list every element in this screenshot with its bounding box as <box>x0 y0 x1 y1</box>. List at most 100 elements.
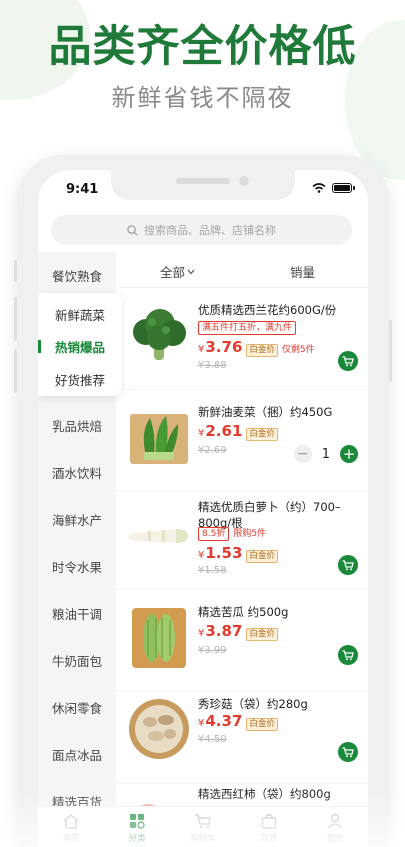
sort-sales-button[interactable]: 销量 <box>290 262 315 281</box>
product-card[interactable]: 秀珍菇（袋）约280g ¥4.37 白金价 ¥4.50 <box>116 682 368 784</box>
price-row: ¥2.61 白金价 <box>198 422 278 441</box>
sidebar-item-milk-bread[interactable]: 牛奶面包 <box>38 637 116 684</box>
tab-home-label: 首页 <box>62 834 80 844</box>
sidebar-item-deli[interactable]: 餐饮熟食 <box>38 252 116 299</box>
product-name: 精选西红柿（袋）约800g <box>198 787 331 801</box>
increase-button[interactable]: + <box>340 445 358 463</box>
cart-icon <box>342 746 354 757</box>
product-card[interactable]: 优质精选西兰花约600G/份 满五件打五折，满九件 ¥3.76 白金价 仅剩5件… <box>116 288 368 390</box>
sidebar-item-fruit[interactable]: 时令水果 <box>38 543 116 590</box>
add-to-cart-button[interactable] <box>338 645 358 665</box>
stock-note: 仅剩5件 <box>281 345 315 355</box>
sidebar-item-frozen[interactable]: 面点冰品 <box>38 731 116 778</box>
phone-volume-up <box>14 297 17 341</box>
product-card[interactable]: 精选优质白萝卜（约）700–800g/根 8.5折 限购5件 ¥1.53 白金价… <box>116 485 368 589</box>
quantity-stepper: − 1 + <box>293 445 358 463</box>
original-price: ¥4.50 <box>198 734 227 745</box>
original-price: ¥3.99 <box>198 645 227 656</box>
price-value: 4.37 <box>205 712 243 730</box>
cart-icon <box>195 814 211 829</box>
currency-symbol: ¥ <box>198 628 205 639</box>
tab-profile[interactable]: 我的 <box>302 807 368 847</box>
search-icon <box>127 224 138 236</box>
tab-category-label: 分类 <box>128 834 146 844</box>
sidebar-item-drinks[interactable]: 酒水饮料 <box>38 449 116 496</box>
platinum-price-badge: 白金价 <box>246 550 278 563</box>
category-icon <box>130 814 145 829</box>
decrease-button[interactable]: − <box>293 445 312 463</box>
battery-icon <box>332 183 355 193</box>
promo-tags: 满五件打五折，满九件 <box>198 321 297 335</box>
platinum-price-badge: 白金价 <box>246 718 278 731</box>
promo-tag: 满五件打五折，满九件 <box>198 321 297 335</box>
sidebar-item-snacks[interactable]: 休闲零食 <box>38 684 116 731</box>
lettuce-image <box>130 414 188 464</box>
platinum-price-badge: 白金价 <box>246 428 278 441</box>
price-row: ¥4.37 白金价 <box>198 712 278 731</box>
product-price: ¥1.53 <box>198 544 242 562</box>
product-price: ¥3.76 <box>198 338 242 356</box>
limit-note: 限购5件 <box>233 529 267 539</box>
product-price: ¥2.61 <box>198 422 242 440</box>
hero-subtitle: 新鲜省钱不隔夜 <box>111 84 294 112</box>
sidebar-item-dairy-bakery[interactable]: 乳品烘焙 <box>38 402 116 449</box>
phone-notch <box>111 170 295 200</box>
user-icon <box>327 813 343 829</box>
tab-pickup[interactable]: 取货 <box>236 807 302 847</box>
phone-mute-switch <box>14 260 17 282</box>
currency-symbol: ¥ <box>198 344 205 355</box>
cart-icon <box>342 355 354 366</box>
mushroom-image <box>129 699 189 759</box>
search-input[interactable]: 搜索商品、品牌、店铺名称 <box>51 215 352 245</box>
chevron-down-icon <box>187 269 195 274</box>
tab-category[interactable]: 分类 <box>104 807 170 847</box>
hero-title: 品类齐全价格低 <box>48 22 357 72</box>
add-to-cart-button[interactable] <box>338 351 358 371</box>
product-card[interactable]: 精选苦瓜 约500g ¥3.87 白金价 ¥3.99 <box>116 590 368 692</box>
sort-all-button[interactable]: 全部 <box>160 262 195 281</box>
product-price: ¥4.37 <box>198 712 242 730</box>
home-icon <box>63 814 79 829</box>
sidebar-item-hot-sellers[interactable]: 热销爆品 <box>38 330 122 363</box>
tab-home[interactable]: 首页 <box>38 807 104 847</box>
currency-symbol: ¥ <box>198 428 205 439</box>
tab-cart[interactable]: 购物车 <box>170 807 236 847</box>
add-to-cart-button[interactable] <box>338 555 358 575</box>
cart-icon <box>342 559 354 570</box>
phone-volume-down <box>14 349 17 393</box>
product-name: 新鲜油麦菜（捆）约450G <box>198 405 333 419</box>
search-placeholder: 搜索商品、品牌、店铺名称 <box>144 224 276 237</box>
category-sidebar: 餐饮熟食 乳品烘焙 酒水饮料 海鲜水产 时令水果 粮油干调 牛奶面包 休闲零食 … <box>38 252 122 812</box>
product-name: 优质精选西兰花约600G/份 <box>198 303 337 317</box>
sidebar-item-seafood[interactable]: 海鲜水产 <box>38 496 116 543</box>
promo-page: 品类齐全价格低 新鲜省钱不隔夜 9:41 搜索商品、品牌、店铺名称 餐饮熟食 乳… <box>0 0 405 847</box>
wifi-icon <box>312 183 326 193</box>
platinum-price-badge: 白金价 <box>246 344 278 357</box>
add-to-cart-button[interactable] <box>338 742 358 762</box>
sidebar-item-fresh-veg[interactable]: 新鲜蔬菜 <box>38 293 122 330</box>
status-icons <box>312 183 355 193</box>
tab-cart-label: 购物车 <box>190 834 216 844</box>
price-row: ¥3.87 白金价 <box>198 622 278 641</box>
discount-tag: 8.5折 <box>198 527 230 541</box>
speaker-grille <box>176 178 230 184</box>
phone-power-button <box>389 320 392 382</box>
bitter-melon-image <box>132 608 186 668</box>
product-name: 精选苦瓜 约500g <box>198 605 289 619</box>
sidebar-item-recommended[interactable]: 好货推荐 <box>38 363 122 396</box>
currency-symbol: ¥ <box>198 718 205 729</box>
product-name: 秀珍菇（袋）约280g <box>198 697 308 711</box>
tab-profile-label: 我的 <box>326 834 344 844</box>
price-value: 3.87 <box>205 622 243 640</box>
front-camera <box>239 176 249 186</box>
sort-all-label: 全部 <box>160 265 186 280</box>
status-time: 9:41 <box>66 182 99 197</box>
price-value: 3.76 <box>205 338 243 356</box>
quantity-value: 1 <box>321 446 330 462</box>
bag-icon <box>261 814 277 829</box>
radish-image <box>128 529 188 543</box>
sidebar-item-grain-oil[interactable]: 粮油干调 <box>38 590 116 637</box>
bottom-tab-bar: 首页 分类 购物车 取货 我的 <box>38 806 368 847</box>
product-card[interactable]: 新鲜油麦菜（捆）约450G ¥2.61 白金价 ¥2.69 − 1 + <box>116 390 368 492</box>
original-price: ¥2.69 <box>198 445 227 456</box>
